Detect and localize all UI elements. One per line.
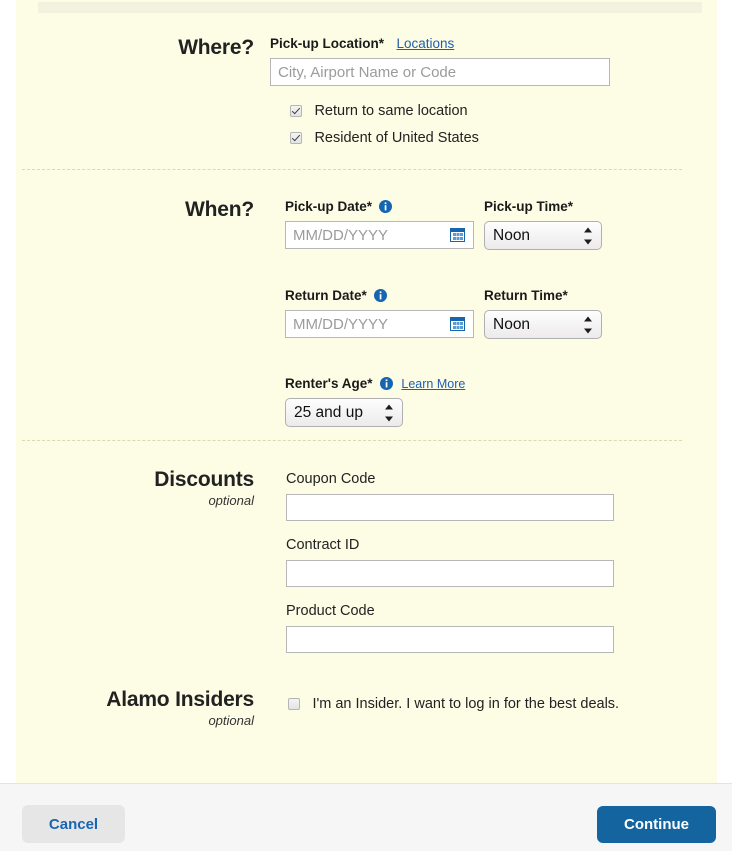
pickup-location-input[interactable]	[270, 58, 610, 86]
divider-where-when	[22, 169, 682, 170]
locations-link[interactable]: Locations	[396, 36, 454, 51]
product-code-input[interactable]	[286, 626, 614, 653]
info-icon-return-date[interactable]	[374, 289, 388, 302]
product-code-label: Product Code	[286, 603, 375, 619]
pickup-location-label: Pick-up Location*	[270, 36, 385, 51]
return-time-select-wrap: Noon	[484, 310, 602, 339]
where-field-column: Pick-up Location* Locations	[270, 36, 610, 86]
pickup-time-select-wrap: Noon	[484, 221, 602, 250]
return-date-group: Return Date*	[285, 288, 474, 338]
continue-button[interactable]: Continue	[597, 806, 716, 843]
info-icon-renters-age[interactable]	[379, 377, 393, 390]
contract-id-label: Contract ID	[286, 537, 360, 553]
renters-age-select-wrap: 25 and up	[285, 398, 403, 427]
checkbox-row-same-location[interactable]: Return to same location	[290, 102, 468, 120]
footer-bar: Cancel Continue	[0, 783, 732, 851]
pickup-date-input-wrap	[285, 221, 474, 249]
section-title-where: Where?	[178, 36, 254, 59]
return-date-input-wrap	[285, 310, 474, 338]
pickup-location-label-row: Pick-up Location* Locations	[270, 36, 610, 52]
return-date-label-row: Return Date*	[285, 288, 474, 304]
section-subtitle-alamo-insiders: optional	[208, 713, 254, 728]
checkbox-im-an-insider[interactable]	[288, 698, 300, 710]
cancel-button[interactable]: Cancel	[22, 805, 125, 843]
coupon-code-label: Coupon Code	[286, 471, 376, 487]
renters-age-label-row: Renter's Age* Learn More	[285, 376, 465, 392]
pickup-time-label: Pick-up Time*	[484, 199, 574, 214]
checkbox-resident-united-states[interactable]	[290, 132, 302, 144]
return-time-label: Return Time*	[484, 288, 568, 303]
checkbox-row-insider[interactable]: I'm an Insider. I want to log in for the…	[288, 695, 619, 713]
return-date-label: Return Date*	[285, 288, 367, 303]
checkbox-return-same-location[interactable]	[290, 105, 302, 117]
section-title-alamo-insiders: Alamo Insiders	[106, 688, 254, 711]
calendar-icon-pickup-date[interactable]	[450, 228, 465, 242]
checkbox-row-resident[interactable]: Resident of United States	[290, 129, 479, 147]
top-strip	[38, 2, 702, 13]
renters-age-group: Renter's Age* Learn More 25 and up	[285, 376, 465, 427]
calendar-icon-return-date[interactable]	[450, 317, 465, 331]
section-title-when: When?	[185, 198, 254, 221]
renters-age-select[interactable]: 25 and up	[285, 398, 403, 427]
pickup-time-group: Pick-up Time* Noon	[484, 199, 602, 250]
checkbox-label-return-same-location: Return to same location	[314, 103, 468, 119]
section-title-discounts: Discounts	[154, 468, 254, 491]
contract-id-input[interactable]	[286, 560, 614, 587]
pickup-date-input[interactable]	[285, 221, 474, 249]
checkbox-label-im-an-insider: I'm an Insider. I want to log in for the…	[312, 696, 620, 712]
return-time-group: Return Time* Noon	[484, 288, 602, 339]
coupon-code-input[interactable]	[286, 494, 614, 521]
pickup-date-group: Pick-up Date*	[285, 199, 474, 249]
where-label-column: Where?	[0, 36, 254, 60]
return-date-input[interactable]	[285, 310, 474, 338]
pickup-date-label: Pick-up Date*	[285, 199, 373, 214]
discounts-field-column: Coupon Code Contract ID Product Code	[286, 470, 614, 653]
return-time-select[interactable]: Noon	[484, 310, 602, 339]
when-label-column: When?	[0, 198, 254, 222]
discounts-label-column: Discounts optional	[0, 468, 254, 509]
renters-age-label: Renter's Age*	[285, 376, 373, 391]
checkbox-label-resident-united-states: Resident of United States	[314, 130, 479, 146]
pickup-date-label-row: Pick-up Date*	[285, 199, 474, 215]
insiders-label-column: Alamo Insiders optional	[0, 688, 254, 729]
learn-more-link[interactable]: Learn More	[401, 377, 465, 391]
info-icon-pickup-date[interactable]	[379, 200, 393, 213]
section-subtitle-discounts: optional	[208, 493, 254, 508]
pickup-time-select[interactable]: Noon	[484, 221, 602, 250]
divider-when-discounts	[22, 440, 682, 441]
reservation-form-page: Where? Pick-up Location* Locations Retur…	[0, 0, 732, 851]
